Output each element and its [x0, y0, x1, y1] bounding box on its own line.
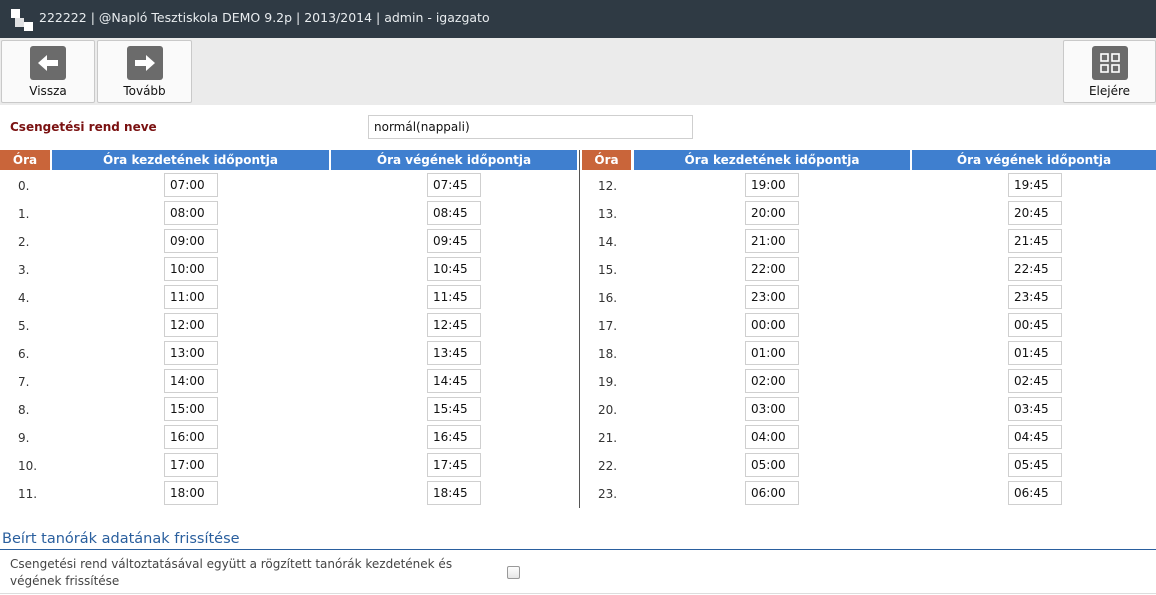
- header-period-right: Óra: [582, 150, 631, 170]
- end-time-input[interactable]: [1008, 397, 1062, 421]
- end-time-input[interactable]: [427, 285, 481, 309]
- grid-icon: [1091, 46, 1128, 80]
- period-number: 3.: [18, 263, 30, 277]
- arrow-right-icon: [126, 46, 163, 80]
- window-title: 222222 | @Napló Tesztiskola DEMO 9.2p | …: [39, 10, 490, 25]
- start-time-input[interactable]: [745, 173, 799, 197]
- start-time-input[interactable]: [745, 453, 799, 477]
- start-time-input[interactable]: [164, 229, 218, 253]
- column-divider: [579, 150, 580, 508]
- period-number: 12.: [598, 179, 618, 193]
- period-number: 1.: [18, 207, 30, 221]
- end-time-input[interactable]: [427, 453, 481, 477]
- start-time-input[interactable]: [745, 397, 799, 421]
- start-time-input[interactable]: [164, 313, 218, 337]
- period-number: 18.: [598, 347, 618, 361]
- end-time-input[interactable]: [427, 201, 481, 225]
- end-time-input[interactable]: [1008, 229, 1062, 253]
- start-time-input[interactable]: [745, 425, 799, 449]
- period-number: 9.: [18, 431, 30, 445]
- toolbar: Vissza Tovább Elejére: [0, 38, 1156, 105]
- home-button[interactable]: Elejére: [1063, 40, 1156, 103]
- end-time-input[interactable]: [427, 173, 481, 197]
- end-time-input[interactable]: [427, 257, 481, 281]
- end-time-input[interactable]: [427, 481, 481, 505]
- next-button[interactable]: Tovább: [97, 40, 192, 103]
- end-time-input[interactable]: [427, 313, 481, 337]
- period-number: 20.: [598, 403, 618, 417]
- section-divider: [0, 549, 1156, 550]
- period-number: 7.: [18, 375, 30, 389]
- start-time-input[interactable]: [745, 313, 799, 337]
- period-number: 14.: [598, 235, 618, 249]
- start-time-input[interactable]: [745, 481, 799, 505]
- start-time-input[interactable]: [745, 369, 799, 393]
- period-number: 21.: [598, 431, 618, 445]
- arrow-left-icon: [30, 46, 66, 80]
- period-number: 13.: [598, 207, 618, 221]
- end-time-input[interactable]: [1008, 369, 1062, 393]
- end-time-input[interactable]: [427, 229, 481, 253]
- update-description: Csengetési rend változtatásával együtt a…: [10, 557, 453, 588]
- end-time-input[interactable]: [1008, 453, 1062, 477]
- back-button-label: Vissza: [29, 84, 67, 98]
- schedule-name-input[interactable]: [368, 115, 693, 139]
- header-end-left: Óra végének időpontja: [331, 150, 577, 170]
- start-time-input[interactable]: [164, 369, 218, 393]
- start-time-input[interactable]: [164, 173, 218, 197]
- end-time-input[interactable]: [427, 397, 481, 421]
- period-number: 23.: [598, 487, 618, 501]
- header-end-right: Óra végének időpontja: [912, 150, 1156, 170]
- end-time-input[interactable]: [1008, 285, 1062, 309]
- start-time-input[interactable]: [164, 341, 218, 365]
- period-number: 11.: [18, 487, 38, 501]
- start-time-input[interactable]: [745, 341, 799, 365]
- period-number: 8.: [18, 403, 30, 417]
- end-time-input[interactable]: [1008, 313, 1062, 337]
- start-time-input[interactable]: [745, 285, 799, 309]
- period-number: 0.: [18, 179, 30, 193]
- start-time-input[interactable]: [745, 201, 799, 225]
- end-time-input[interactable]: [1008, 257, 1062, 281]
- start-time-input[interactable]: [164, 201, 218, 225]
- update-lessons-checkbox[interactable]: [507, 566, 520, 579]
- end-time-input[interactable]: [427, 425, 481, 449]
- period-number: 6.: [18, 347, 30, 361]
- end-time-input[interactable]: [1008, 201, 1062, 225]
- start-time-input[interactable]: [745, 257, 799, 281]
- end-time-input[interactable]: [1008, 173, 1062, 197]
- start-time-input[interactable]: [745, 229, 799, 253]
- period-number: 19.: [598, 375, 618, 389]
- start-time-input[interactable]: [164, 285, 218, 309]
- app-logo-icon: [11, 9, 33, 31]
- next-button-label: Tovább: [123, 84, 166, 98]
- period-number: 17.: [598, 319, 618, 333]
- section-title: Beírt tanórák adatának frissítése: [2, 531, 240, 547]
- period-number: 2.: [18, 235, 30, 249]
- bottom-divider: [0, 593, 1156, 594]
- back-button[interactable]: Vissza: [1, 40, 95, 103]
- period-number: 4.: [18, 291, 30, 305]
- schedule-name-label: Csengetési rend neve: [10, 120, 157, 134]
- period-number: 10.: [18, 459, 38, 473]
- header-period-left: Óra: [0, 150, 50, 170]
- start-time-input[interactable]: [164, 481, 218, 505]
- end-time-input[interactable]: [427, 369, 481, 393]
- title-bar: 222222 | @Napló Tesztiskola DEMO 9.2p | …: [0, 0, 1156, 38]
- end-time-input[interactable]: [1008, 341, 1062, 365]
- start-time-input[interactable]: [164, 397, 218, 421]
- end-time-input[interactable]: [427, 341, 481, 365]
- period-number: 16.: [598, 291, 618, 305]
- end-time-input[interactable]: [1008, 425, 1062, 449]
- period-number: 22.: [598, 459, 618, 473]
- start-time-input[interactable]: [164, 425, 218, 449]
- start-time-input[interactable]: [164, 257, 218, 281]
- start-time-input[interactable]: [164, 453, 218, 477]
- header-start-left: Óra kezdetének időpontja: [52, 150, 329, 170]
- home-button-label: Elejére: [1088, 84, 1131, 98]
- period-number: 15.: [598, 263, 618, 277]
- period-number: 5.: [18, 319, 30, 333]
- end-time-input[interactable]: [1008, 481, 1062, 505]
- header-start-right: Óra kezdetének időpontja: [634, 150, 910, 170]
